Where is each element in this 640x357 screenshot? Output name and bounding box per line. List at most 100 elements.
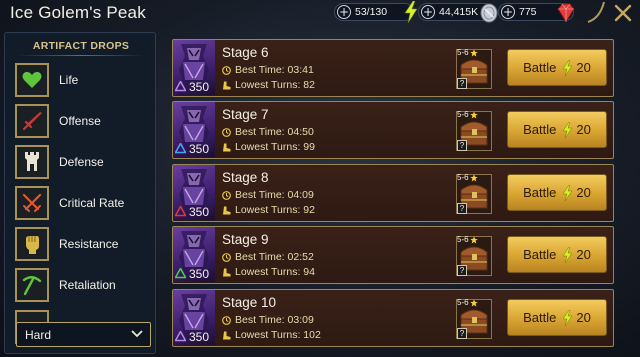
battle-button[interactable]: Battle 20 xyxy=(507,49,607,86)
drop-rank-range: 5-6 xyxy=(457,48,478,57)
drop-rank-value: 5-6 xyxy=(457,235,469,244)
add-silver-button[interactable]: + xyxy=(421,5,435,19)
drop-rank-value: 5-6 xyxy=(457,298,469,307)
energy-value: 53/130 xyxy=(355,6,388,18)
stage-name: Stage 10 xyxy=(222,295,277,310)
stage-name: Stage 8 xyxy=(222,170,269,185)
star-icon xyxy=(469,173,478,182)
clock-icon xyxy=(222,252,231,262)
gem-value: 775 xyxy=(519,6,537,18)
unknown-reward-icon: ? xyxy=(457,203,467,214)
reward-chest[interactable]: 5-6 ? xyxy=(456,298,492,339)
best-time-value: 04:50 xyxy=(287,126,314,138)
drop-item-label: Life xyxy=(59,73,79,87)
battle-button[interactable]: Battle 20 xyxy=(507,236,607,273)
difficulty-select[interactable]: Hard xyxy=(16,322,151,347)
stage-row[interactable]: 350 Stage 9 Best Time: 02:52 Lowest Turn… xyxy=(172,226,614,284)
affinity-icon xyxy=(175,331,186,342)
drop-item-offense[interactable]: Offense xyxy=(15,103,153,139)
lowest-turns: Lowest Turns: 94 xyxy=(222,266,315,278)
silver-value: 44,415K xyxy=(439,6,479,18)
energy-cost: 20 xyxy=(576,310,591,325)
best-time: Best Time: 02:52 xyxy=(222,251,314,263)
drop-item-defense[interactable]: Defense xyxy=(15,144,153,180)
lowest-turns-label: Lowest Turns: xyxy=(235,329,301,341)
reward-chest[interactable]: 5-6 ? xyxy=(456,48,492,89)
fist-icon xyxy=(26,236,39,254)
boot-icon xyxy=(223,268,231,276)
stage-boss-portrait: 350 xyxy=(173,40,215,95)
reward-chest[interactable]: 5-6 ? xyxy=(456,173,492,214)
stage-name: Stage 9 xyxy=(222,232,269,247)
energy-counter[interactable]: + 53/130 xyxy=(334,1,418,23)
clock-icon xyxy=(222,127,231,137)
add-gems-button[interactable]: + xyxy=(501,5,515,19)
artifact-drops-panel: ARTIFACT DROPS Life Offense Defense Crit… xyxy=(4,32,156,354)
stage-level: 350 xyxy=(189,80,210,94)
silver-counter[interactable]: + 44,415K xyxy=(418,3,498,23)
best-time-value: 03:09 xyxy=(287,314,314,326)
battle-button[interactable]: Battle 20 xyxy=(507,174,607,211)
drop-item-retaliation[interactable]: Retaliation xyxy=(15,267,153,303)
energy-bolt-icon xyxy=(562,121,573,138)
drop-rank-value: 5-6 xyxy=(457,110,469,119)
top-bar: Ice Golem's Peak + 53/130 + 44,415K + 77… xyxy=(0,0,640,26)
drop-item-icon-frame xyxy=(15,268,49,302)
stage-row[interactable]: 350 Stage 10 Best Time: 03:09 Lowest Tur… xyxy=(172,289,614,347)
boot-icon xyxy=(223,206,231,214)
battle-label: Battle xyxy=(523,122,557,137)
lowest-turns-label: Lowest Turns: xyxy=(235,141,301,153)
boot-icon xyxy=(223,143,231,151)
drop-item-resistance[interactable]: Resistance xyxy=(15,226,153,262)
energy-bolt-icon xyxy=(562,59,573,76)
energy-cost: 20 xyxy=(576,185,591,200)
lowest-turns-label: Lowest Turns: xyxy=(235,266,301,278)
unknown-reward-icon: ? xyxy=(457,78,467,89)
ornament-icon xyxy=(587,1,605,23)
drop-item-label: Critical Rate xyxy=(59,196,125,210)
best-time: Best Time: 04:09 xyxy=(222,189,314,201)
star-icon xyxy=(469,48,478,57)
affinity-icon xyxy=(175,143,186,154)
battle-button[interactable]: Battle 20 xyxy=(507,111,607,148)
stage-boss-portrait: 350 xyxy=(173,102,215,157)
add-energy-button[interactable]: + xyxy=(337,5,351,19)
best-time-label: Best Time: xyxy=(235,64,285,76)
best-time: Best Time: 04:50 xyxy=(222,126,314,138)
boot-icon xyxy=(223,81,231,89)
unknown-reward-icon: ? xyxy=(457,140,467,151)
lowest-turns: Lowest Turns: 92 xyxy=(222,204,315,216)
battle-button[interactable]: Battle 20 xyxy=(507,299,607,336)
affinity-icon xyxy=(175,81,186,92)
reward-chest[interactable]: 5-6 ? xyxy=(456,110,492,151)
energy-bolt-icon xyxy=(562,184,573,201)
drop-item-critical-rate[interactable]: Critical Rate xyxy=(15,185,153,221)
stage-boss-portrait: 350 xyxy=(173,290,215,345)
battle-label: Battle xyxy=(523,310,557,325)
lowest-turns-value: 99 xyxy=(303,141,315,153)
drop-rank-range: 5-6 xyxy=(457,235,478,244)
lowest-turns-value: 92 xyxy=(303,204,315,216)
stage-row[interactable]: 350 Stage 8 Best Time: 04:09 Lowest Turn… xyxy=(172,164,614,222)
drop-rank-range: 5-6 xyxy=(457,110,478,119)
divider xyxy=(17,55,145,56)
energy-cost: 20 xyxy=(576,247,591,262)
clock-icon xyxy=(222,315,231,325)
stage-row[interactable]: 350 Stage 6 Best Time: 03:41 Lowest Turn… xyxy=(172,39,614,97)
drop-rank-value: 5-6 xyxy=(457,173,469,182)
stage-level: 350 xyxy=(189,330,210,344)
tower-icon xyxy=(25,152,39,171)
stage-row[interactable]: 350 Stage 7 Best Time: 04:50 Lowest Turn… xyxy=(172,101,614,159)
close-icon[interactable] xyxy=(612,2,634,24)
best-time-value: 02:52 xyxy=(287,251,314,263)
energy-cost: 20 xyxy=(576,60,591,75)
page-title: Ice Golem's Peak xyxy=(10,3,146,22)
star-icon xyxy=(469,110,478,119)
drop-item-life[interactable]: Life xyxy=(15,62,153,98)
reward-chest[interactable]: 5-6 ? xyxy=(456,235,492,276)
stage-level: 350 xyxy=(189,205,210,219)
gem-counter[interactable]: + 775 xyxy=(498,3,575,23)
best-time-label: Best Time: xyxy=(235,251,285,263)
lowest-turns-value: 102 xyxy=(303,329,321,341)
stage-boss-portrait: 350 xyxy=(173,227,215,282)
